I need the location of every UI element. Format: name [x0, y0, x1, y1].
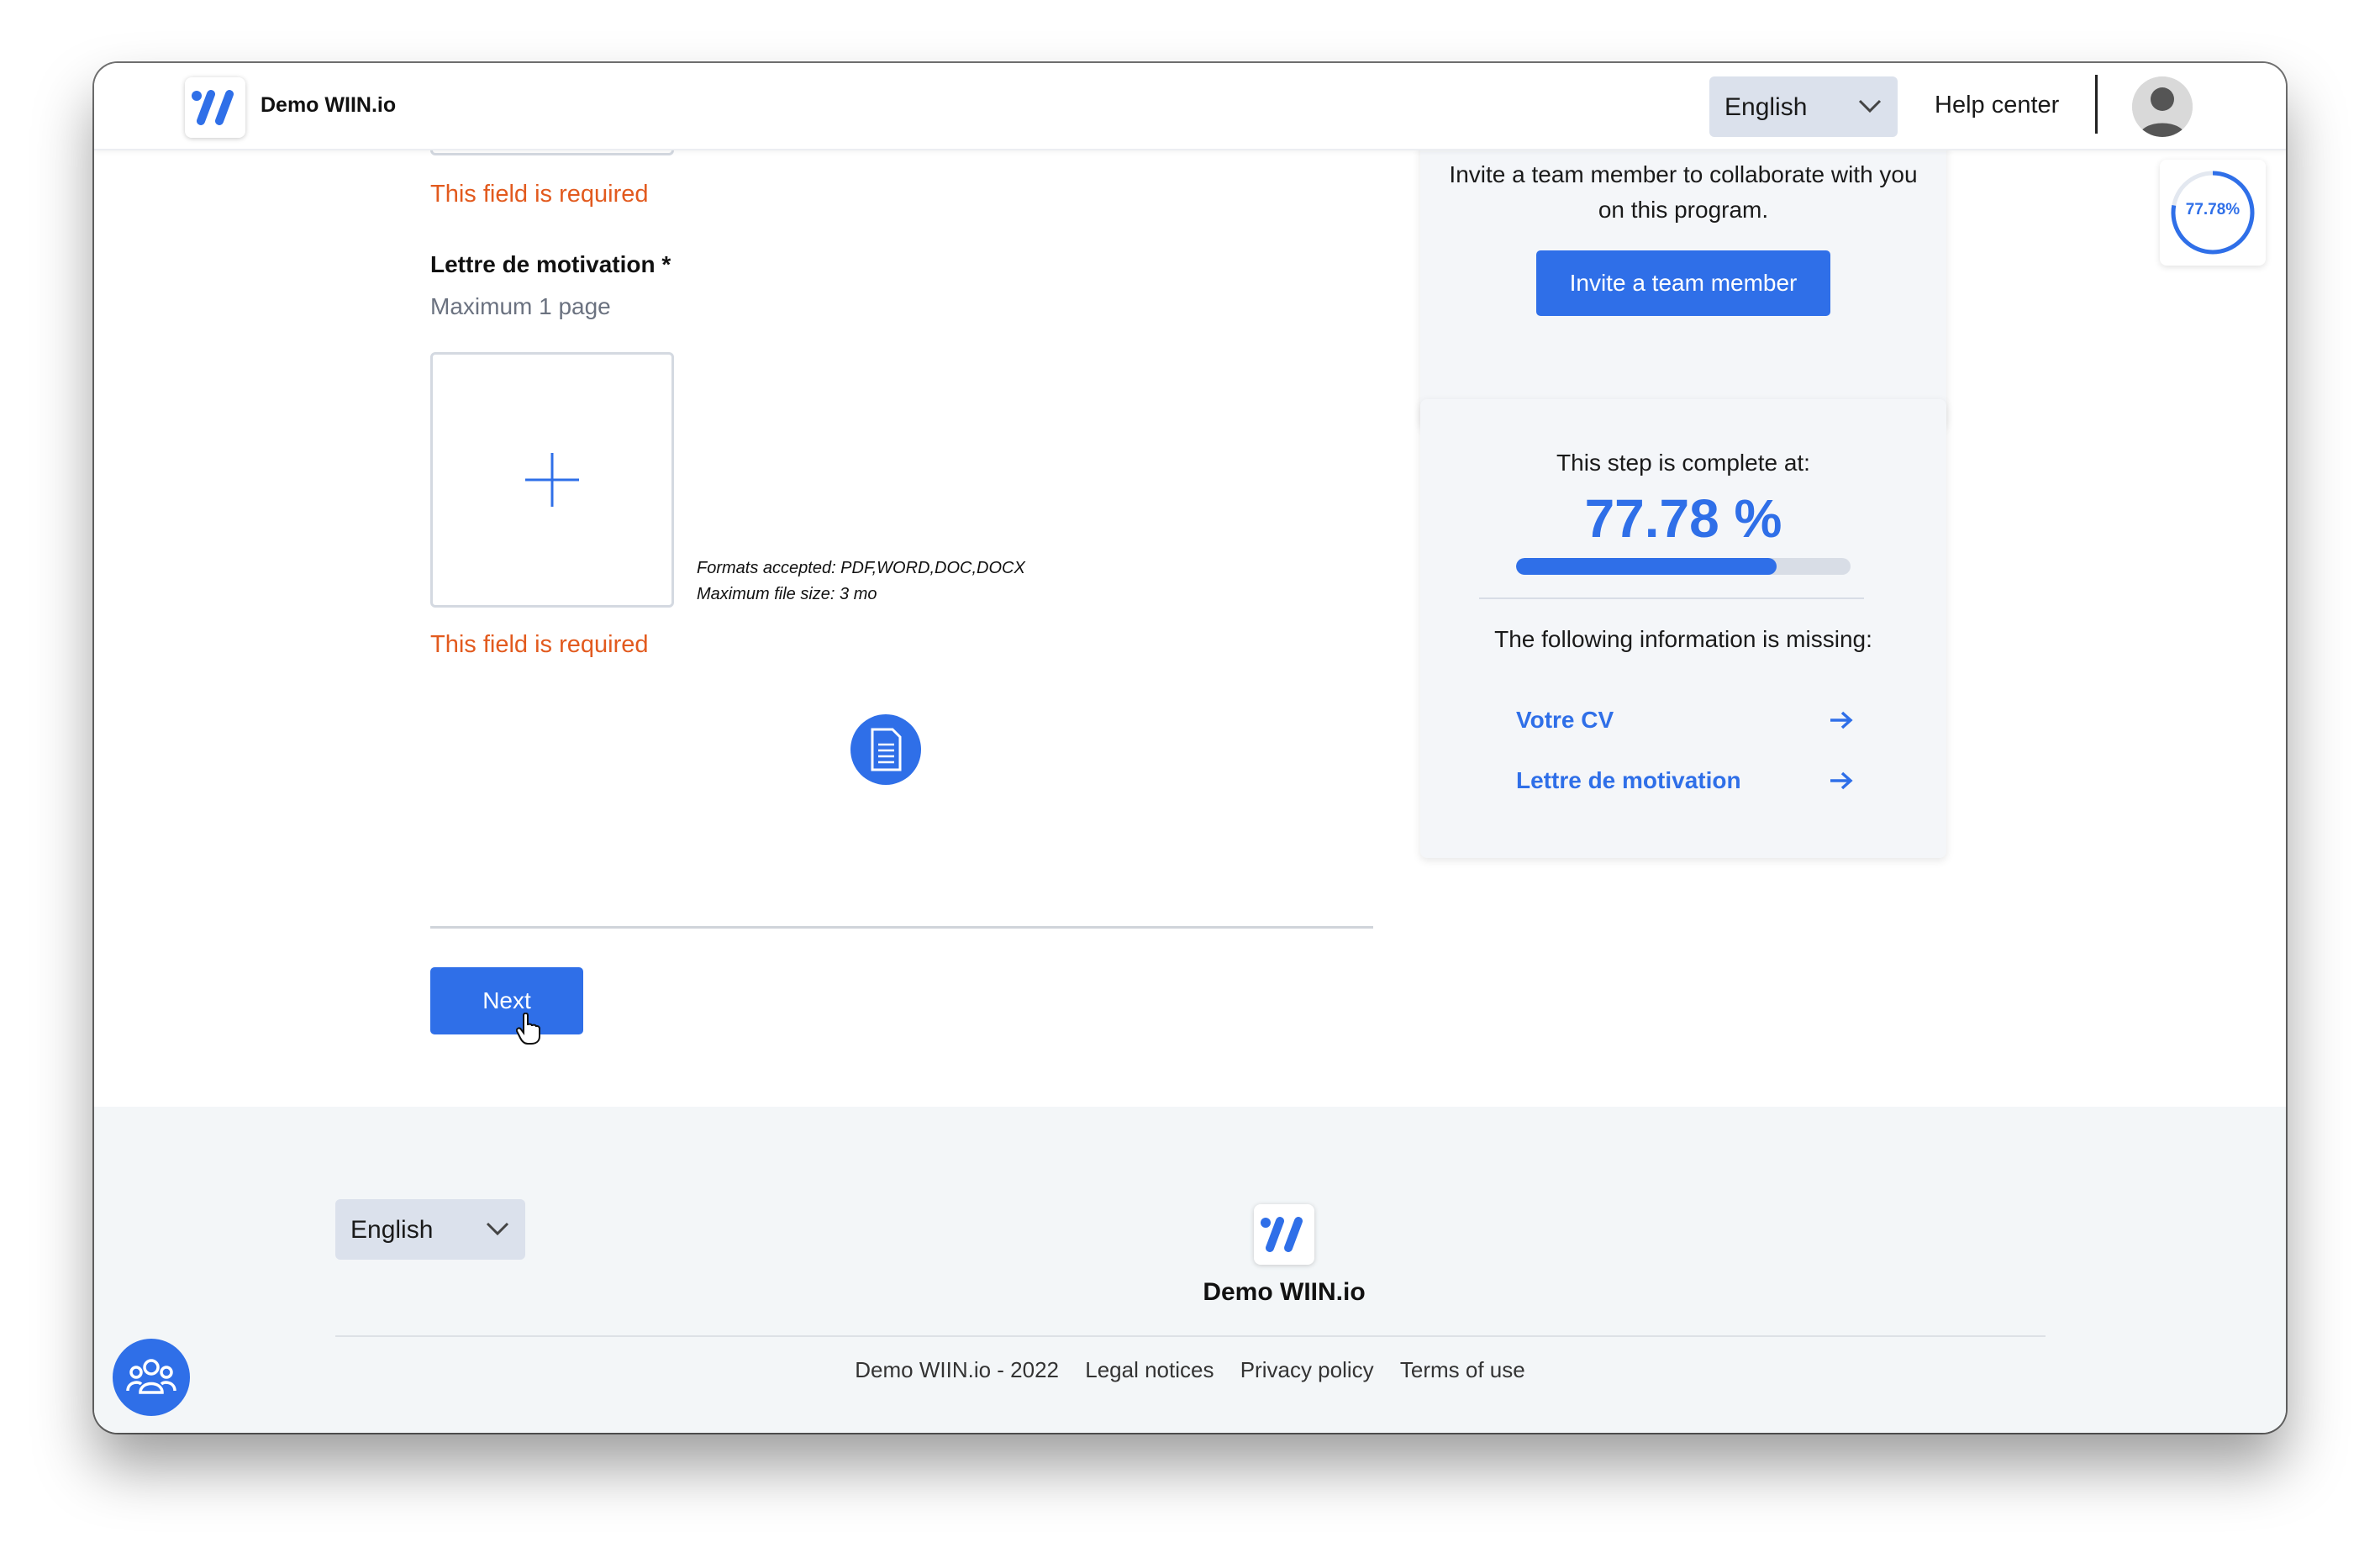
form-divider [430, 926, 1373, 929]
missing-item-cv[interactable]: Votre CV [1516, 703, 1854, 737]
missing-info-title: The following information is missing: [1494, 626, 1872, 652]
cover-letter-error-message: This field is required [430, 631, 649, 658]
upload-formats-info: Formats accepted: PDF,WORD,DOC,DOCX Maxi… [697, 555, 1025, 608]
browser-window: Demo WIIN.io English Help center 77.78% … [94, 63, 2286, 1433]
next-button[interactable]: Next [430, 967, 583, 1034]
missing-item-cover-letter[interactable]: Lettre de motivation [1516, 764, 1854, 797]
team-chat-button[interactable] [113, 1339, 190, 1416]
team-icon [126, 1359, 176, 1394]
language-select-value: English [1724, 93, 1808, 121]
document-icon [871, 728, 902, 771]
cv-error-message: This field is required [430, 181, 649, 208]
language-select[interactable]: English [1709, 76, 1898, 137]
arrow-right-icon [1830, 771, 1853, 790]
brand-logo[interactable] [185, 77, 245, 138]
document-button[interactable] [850, 714, 921, 785]
hand-cursor-icon [516, 1013, 540, 1045]
invite-team-member-button[interactable]: Invite a team member [1536, 250, 1830, 316]
step-complete-title: This step is complete at: [1556, 450, 1810, 476]
wiin-logo-icon [192, 90, 234, 125]
terms-of-use-link[interactable]: Terms of use [1400, 1357, 1525, 1382]
footer-copyright: Demo WIIN.io - 2022 [855, 1357, 1060, 1382]
missing-item-label: Lettre de motivation [1516, 767, 1741, 793]
user-avatar[interactable] [2132, 76, 2193, 137]
cover-letter-upload-box[interactable] [430, 352, 674, 608]
brand-name: Demo WIIN.io [261, 93, 397, 117]
footer-language-select[interactable]: English [335, 1199, 525, 1260]
user-icon [2132, 76, 2193, 137]
header-divider [2095, 75, 2098, 134]
footer [94, 1107, 2286, 1433]
cover-letter-label: Lettre de motivation * [430, 251, 671, 277]
cover-letter-hint: Maximum 1 page [430, 293, 611, 319]
chevron-down-icon [486, 1222, 509, 1236]
privacy-policy-link[interactable]: Privacy policy [1240, 1357, 1374, 1382]
progress-bar [1516, 558, 1851, 575]
footer-brand-name: Demo WIIN.io [1203, 1278, 1366, 1306]
footer-language-value: English [350, 1216, 434, 1244]
chevron-down-icon [1858, 99, 1882, 113]
help-center-link[interactable]: Help center [1935, 92, 2059, 119]
missing-item-label: Votre CV [1516, 707, 1614, 733]
footer-logo [1254, 1204, 1314, 1265]
arrow-right-icon [1830, 711, 1853, 729]
max-file-size-text: Maximum file size: 3 mo [697, 585, 877, 603]
top-header: Demo WIIN.io English Help center [94, 63, 2286, 150]
step-percent: 77.78 % [1584, 488, 1782, 549]
invite-card-text: Invite a team member to collaborate with… [1449, 161, 1918, 223]
footer-links: Demo WIIN.io - 2022 Legal notices Privac… [94, 1357, 2286, 1383]
footer-divider [335, 1335, 2046, 1337]
progress-bar-fill [1516, 558, 1777, 575]
plus-icon [525, 453, 579, 507]
progress-widget-label: 77.78% [2185, 201, 2240, 218]
progress-card-divider [1479, 597, 1864, 599]
wiin-logo-icon [1261, 1217, 1303, 1252]
progress-widget[interactable]: 77.78% [2160, 160, 2266, 266]
formats-accepted-text: Formats accepted: PDF,WORD,DOC,DOCX [697, 559, 1025, 577]
legal-notices-link[interactable]: Legal notices [1085, 1357, 1214, 1382]
